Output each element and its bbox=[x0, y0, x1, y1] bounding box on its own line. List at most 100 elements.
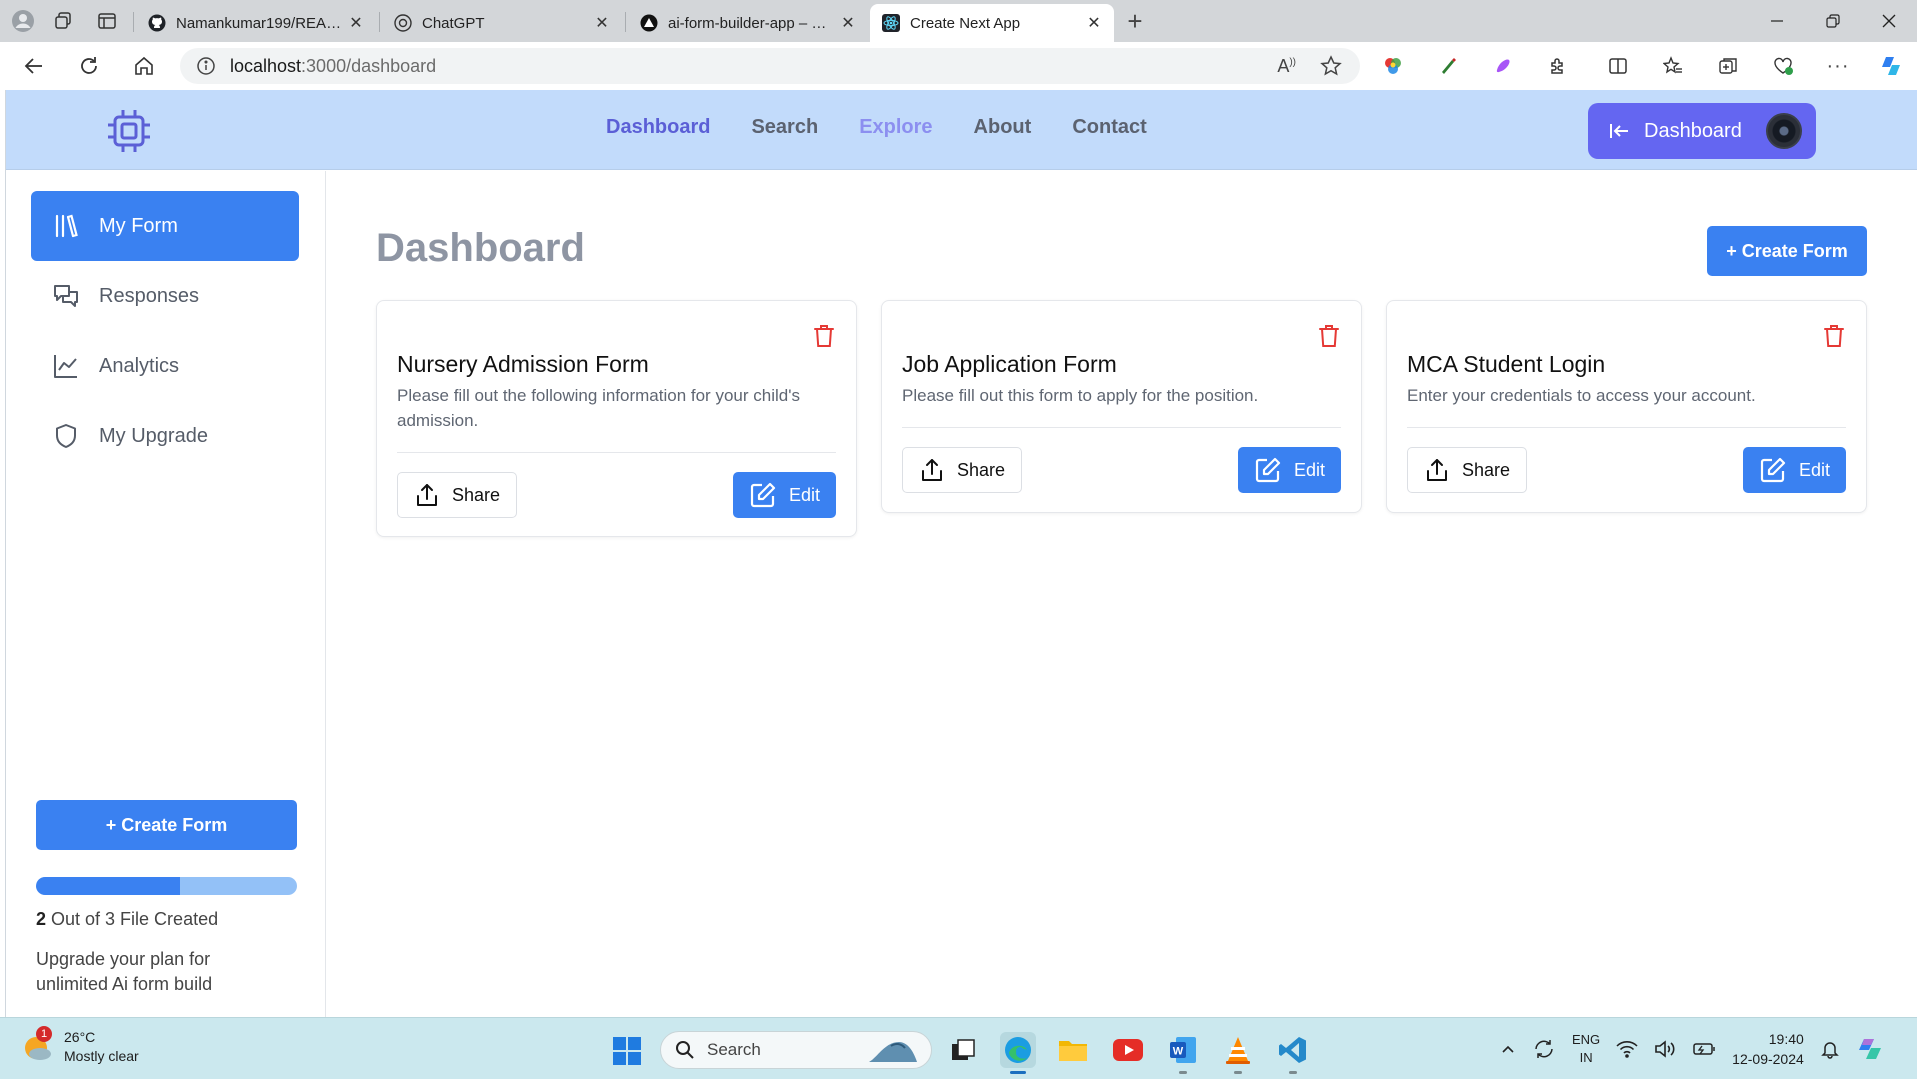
search-label: Search bbox=[707, 1040, 761, 1059]
search-highlight-icon bbox=[865, 1036, 921, 1066]
browser-tab[interactable]: ai-form-builder-app – Deploymen ✕ bbox=[628, 4, 868, 42]
card-divider bbox=[397, 452, 836, 453]
share-label: Share bbox=[957, 459, 1006, 480]
trash-icon[interactable] bbox=[1822, 323, 1846, 349]
edit-icon bbox=[1759, 456, 1787, 484]
sync-icon[interactable] bbox=[1532, 1038, 1556, 1060]
new-tab-icon[interactable]: + bbox=[1122, 6, 1148, 36]
youtube-icon[interactable] bbox=[1110, 1032, 1146, 1068]
sidebar-create-form-button[interactable]: + Create Form bbox=[36, 800, 297, 850]
browser-toolbar: localhost:3000/dashboard A)) ··· bbox=[0, 42, 1917, 90]
avatar[interactable] bbox=[1766, 113, 1802, 149]
sidebar-item-analytics[interactable]: Analytics bbox=[31, 331, 299, 401]
browser-tab[interactable]: ChatGPT ✕ bbox=[382, 4, 622, 42]
address-bar[interactable]: localhost:3000/dashboard A)) bbox=[180, 48, 1360, 84]
close-icon[interactable]: ✕ bbox=[594, 13, 610, 33]
more-menu-icon[interactable]: ··· bbox=[1825, 54, 1851, 78]
language-indicator[interactable]: ENG IN bbox=[1572, 1031, 1600, 1067]
vscode-icon[interactable] bbox=[1275, 1032, 1311, 1074]
browser-tab-active[interactable]: Create Next App ✕ bbox=[870, 4, 1114, 42]
favorite-star-icon[interactable] bbox=[1320, 55, 1342, 77]
reload-icon[interactable] bbox=[73, 52, 105, 80]
browser-essentials-icon[interactable] bbox=[1770, 54, 1796, 78]
collections-icon[interactable] bbox=[1715, 54, 1741, 78]
trash-icon[interactable] bbox=[1317, 323, 1341, 349]
windows-start-icon[interactable] bbox=[612, 1036, 642, 1066]
close-icon[interactable]: ✕ bbox=[348, 13, 364, 33]
url-path: :3000/dashboard bbox=[301, 55, 437, 76]
workspaces-icon[interactable] bbox=[50, 9, 76, 33]
share-label: Share bbox=[452, 484, 501, 505]
minimize-icon[interactable] bbox=[1749, 0, 1805, 42]
top-nav: Dashboard Search Explore About Contact bbox=[606, 116, 1147, 139]
edit-icon bbox=[749, 481, 777, 509]
page-title: Dashboard bbox=[376, 226, 585, 270]
notification-bell-icon[interactable] bbox=[1820, 1039, 1840, 1059]
nav-search[interactable]: Search bbox=[751, 116, 818, 139]
copilot-icon[interactable] bbox=[1878, 54, 1904, 78]
share-button[interactable]: Share bbox=[397, 472, 517, 518]
tab-actions-icon[interactable] bbox=[94, 9, 120, 33]
share-icon bbox=[919, 457, 945, 483]
close-icon[interactable]: ✕ bbox=[1086, 13, 1102, 33]
nav-dashboard[interactable]: Dashboard bbox=[606, 116, 710, 139]
usage-progress-fill bbox=[36, 877, 180, 895]
chevron-up-icon[interactable] bbox=[1500, 1041, 1516, 1057]
edit-button[interactable]: Edit bbox=[1238, 447, 1341, 493]
profile-icon[interactable] bbox=[10, 9, 36, 33]
extensions-puzzle-icon[interactable] bbox=[1545, 54, 1571, 78]
read-aloud-icon[interactable]: A)) bbox=[1277, 56, 1296, 77]
browser-tab-strip: Namankumar199/README.md at ✕ ChatGPT ✕ a… bbox=[0, 0, 1917, 42]
files-count: 2 bbox=[36, 909, 47, 929]
task-view-icon[interactable] bbox=[945, 1032, 981, 1068]
weather-widget[interactable]: 1 26°C Mostly clear bbox=[20, 1026, 139, 1066]
volume-icon[interactable] bbox=[1654, 1040, 1676, 1058]
close-icon[interactable]: ✕ bbox=[840, 13, 856, 33]
window-close-icon[interactable] bbox=[1861, 0, 1917, 42]
back-icon[interactable] bbox=[18, 52, 50, 80]
lang-code: ENG bbox=[1572, 1032, 1601, 1047]
share-button[interactable]: Share bbox=[902, 447, 1022, 493]
sidebar-item-my-upgrade[interactable]: My Upgrade bbox=[31, 401, 299, 471]
app-header: Dashboard Search Explore About Contact D… bbox=[6, 90, 1917, 170]
color-extension-icon[interactable] bbox=[1380, 54, 1406, 78]
clock[interactable]: 19:40 12-09-2024 bbox=[1732, 1029, 1804, 1069]
library-icon bbox=[51, 211, 81, 241]
pen-extension-icon[interactable] bbox=[1435, 54, 1461, 78]
trash-icon[interactable] bbox=[812, 323, 836, 349]
sidebar-item-label: My Upgrade bbox=[99, 424, 208, 447]
favorites-icon[interactable] bbox=[1660, 54, 1686, 78]
wifi-icon[interactable] bbox=[1616, 1040, 1638, 1058]
sidebar-item-label: Responses bbox=[99, 284, 200, 307]
nav-about[interactable]: About bbox=[974, 116, 1032, 139]
sidebar-item-my-form[interactable]: My Form bbox=[31, 191, 299, 261]
form-title: Nursery Admission Form bbox=[397, 351, 649, 377]
split-screen-icon[interactable] bbox=[1605, 54, 1631, 78]
battery-icon[interactable] bbox=[1692, 1041, 1716, 1057]
sidebar: My Form Responses Analytics My Upgrade +… bbox=[6, 171, 326, 1017]
site-info-icon[interactable] bbox=[196, 56, 216, 76]
files-created-text: 2 Out of 3 File Created bbox=[36, 909, 218, 930]
file-explorer-icon[interactable] bbox=[1055, 1032, 1091, 1068]
create-form-button[interactable]: + Create Form bbox=[1707, 226, 1867, 276]
word-icon[interactable]: W bbox=[1165, 1032, 1201, 1074]
restore-icon[interactable] bbox=[1805, 0, 1861, 42]
edge-taskbar-icon[interactable] bbox=[1000, 1032, 1036, 1074]
sidebar-item-responses[interactable]: Responses bbox=[31, 261, 299, 331]
copilot-taskbar-icon[interactable] bbox=[1856, 1035, 1884, 1063]
card-divider bbox=[902, 427, 1341, 428]
brush-extension-icon[interactable] bbox=[1490, 54, 1516, 78]
usage-progress-bar bbox=[36, 877, 297, 895]
edit-button[interactable]: Edit bbox=[733, 472, 836, 518]
taskbar-search[interactable]: Search bbox=[660, 1031, 932, 1069]
edit-button[interactable]: Edit bbox=[1743, 447, 1846, 493]
chatgpt-icon bbox=[394, 14, 412, 32]
share-button[interactable]: Share bbox=[1407, 447, 1527, 493]
home-icon[interactable] bbox=[128, 52, 160, 80]
nav-explore[interactable]: Explore bbox=[859, 116, 932, 139]
header-dashboard-button[interactable]: Dashboard bbox=[1588, 103, 1816, 159]
vlc-icon[interactable] bbox=[1220, 1032, 1256, 1074]
browser-tab[interactable]: Namankumar199/README.md at ✕ bbox=[136, 4, 376, 42]
cpu-logo-icon[interactable] bbox=[106, 108, 152, 154]
nav-contact[interactable]: Contact bbox=[1072, 116, 1146, 139]
